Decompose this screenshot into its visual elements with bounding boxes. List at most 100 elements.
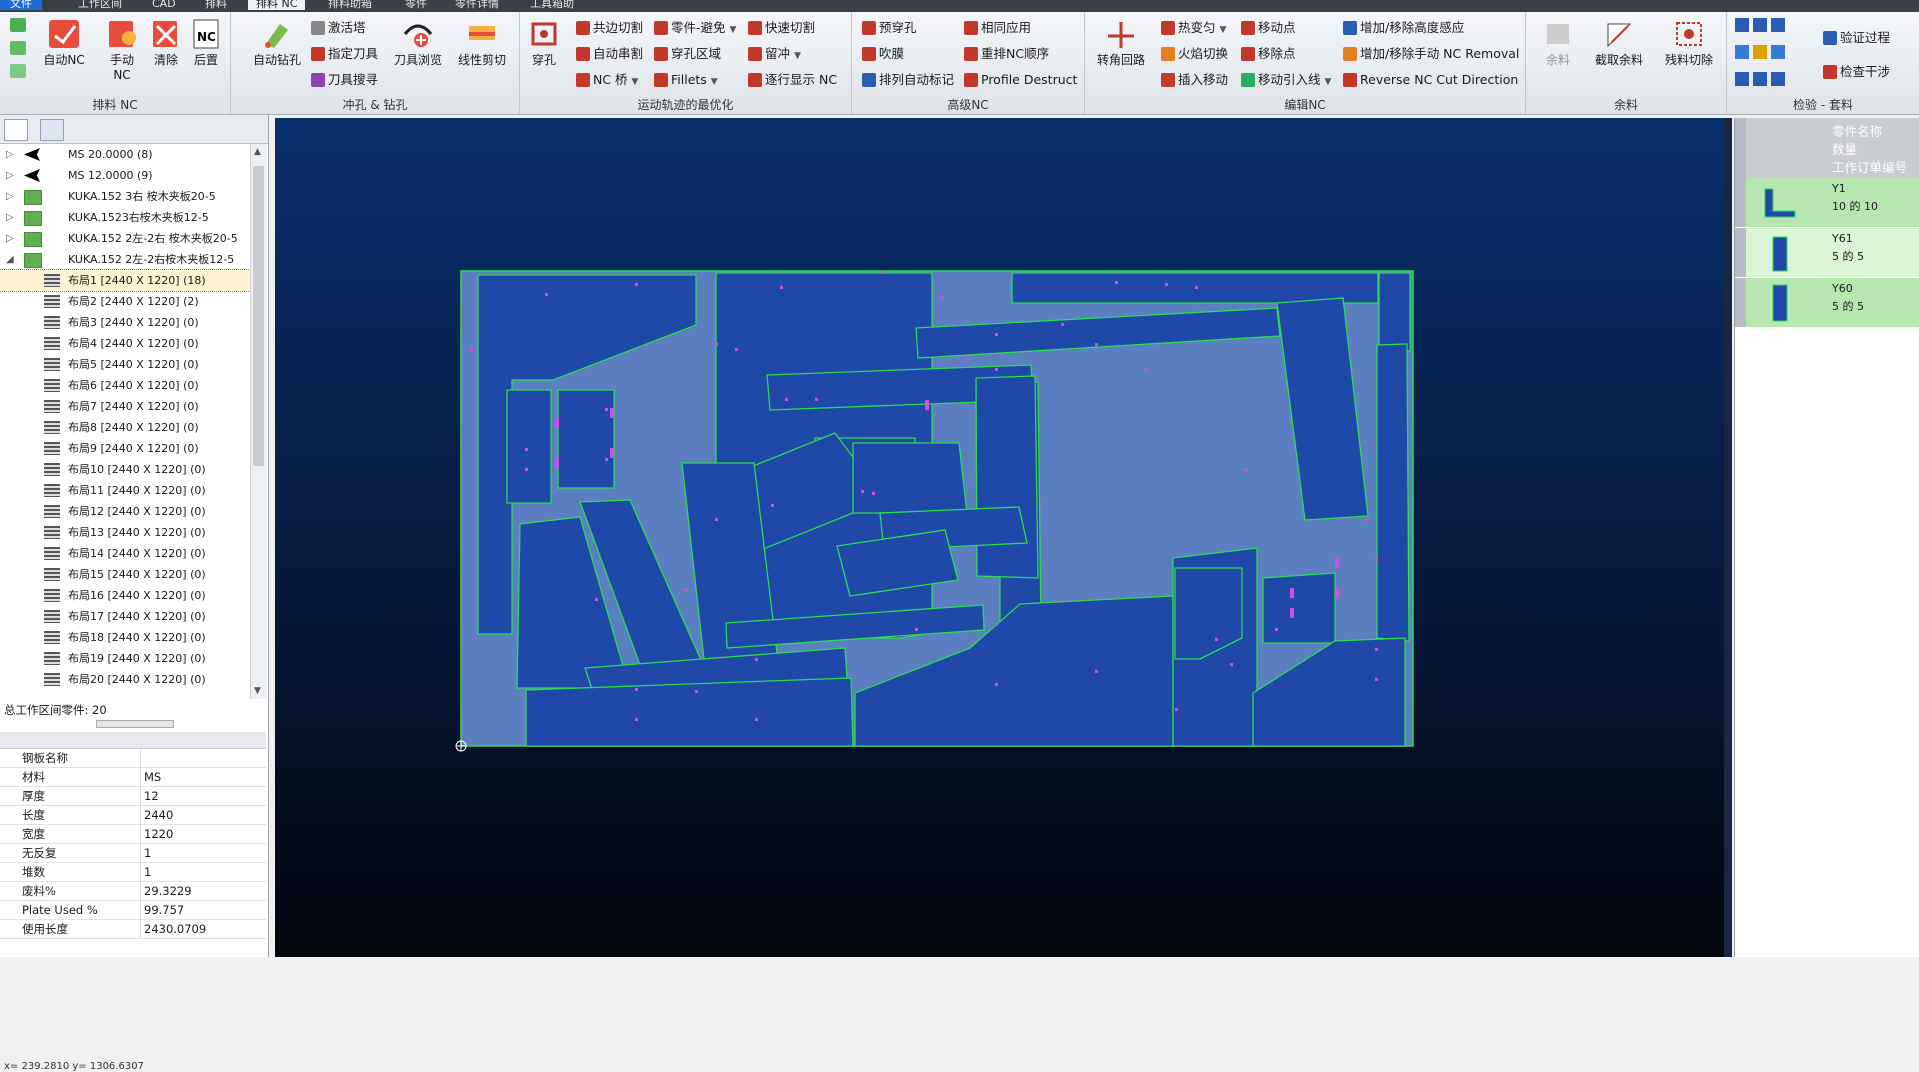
tab-parts[interactable]: 零件 [405, 0, 427, 10]
expand-arrow-icon[interactable]: ▷ [6, 207, 14, 228]
expand-arrow-icon[interactable]: ▷ [6, 186, 14, 207]
nested-part[interactable] [1262, 572, 1336, 644]
layout-icon[interactable] [10, 41, 26, 55]
layout-item[interactable]: 布局1 [2440 X 1220] (18) [0, 269, 250, 292]
micro-joint-button[interactable]: 留冲 ▼ [748, 44, 801, 64]
tab-nest[interactable]: 排料 [205, 0, 227, 10]
part-row[interactable]: Y1 10 的 10 [1735, 178, 1919, 228]
panel-handle[interactable] [1735, 118, 1746, 178]
common-cut-button[interactable]: 共边切割 [576, 18, 643, 38]
property-row[interactable]: Plate Used % 99.757 [0, 901, 266, 920]
check-interference-button[interactable]: 检查干涉 [1823, 62, 1890, 82]
layout-item[interactable]: 布局6 [2440 X 1220] (0) [0, 375, 250, 396]
col-work-order[interactable]: 工作订单编号 [1832, 157, 1907, 176]
auto-mark-button[interactable]: 排列自动标记 [862, 70, 954, 90]
property-row[interactable]: 钢板名称 [0, 749, 266, 768]
tool-search-button[interactable]: 刀具搜寻 [311, 70, 378, 90]
tree-node[interactable]: ▷ MS 20.0000 (8) [0, 144, 250, 165]
tab-nest-helper[interactable]: 排料助箱 [328, 0, 372, 10]
property-row[interactable]: 材料 MS [0, 768, 266, 787]
layout-item[interactable]: 布局11 [2440 X 1220] (0) [0, 480, 250, 501]
tab-workspace[interactable]: 工作区间 [78, 0, 122, 10]
verify-process-button[interactable]: 验证过程 [1823, 28, 1890, 48]
tree-node[interactable]: ◢ KUKA.152 2左-2右桉木夹板12-5 [0, 249, 250, 270]
canvas-scrollbar[interactable] [1724, 118, 1732, 957]
align-icon[interactable] [1771, 18, 1785, 32]
remnant-button[interactable]: 余料 [1534, 18, 1582, 68]
assign-tool-button[interactable]: 指定刀具 [311, 44, 378, 64]
nested-part[interactable] [1376, 343, 1410, 642]
corner-loop-button[interactable]: 转角回路 [1091, 18, 1151, 68]
expand-arrow-icon[interactable]: ▷ [6, 228, 14, 249]
measure-icon[interactable] [1753, 45, 1767, 59]
nested-part[interactable] [975, 375, 1039, 579]
nested-part[interactable] [557, 389, 615, 489]
layout-item[interactable]: 布局10 [2440 X 1220] (0) [0, 459, 250, 480]
auto-nc-button[interactable]: 自动NC [38, 18, 90, 68]
property-row[interactable]: 厚度 12 [0, 787, 266, 806]
hot-change-button[interactable]: 热变匀 ▼ [1161, 18, 1226, 38]
property-row[interactable]: 无反复 1 [0, 844, 266, 863]
tree-node[interactable]: ▷ MS 12.0000 (9) [0, 165, 250, 186]
part-row[interactable]: Y61 5 的 5 [1735, 228, 1919, 278]
reverse-cut-button[interactable]: Reverse NC Cut Direction [1343, 70, 1518, 90]
blow-button[interactable]: 吹膜 [862, 44, 904, 64]
layout-item[interactable]: 布局7 [2440 X 1220] (0) [0, 396, 250, 417]
pre-pierce-button[interactable]: 预穿孔 [862, 18, 917, 38]
tab-cad[interactable]: CAD [152, 0, 176, 10]
tab-toolbox[interactable]: 工具箱助 [530, 0, 574, 10]
scroll-down-icon[interactable]: ▼ [254, 686, 261, 696]
nest-canvas[interactable] [275, 118, 1730, 957]
layout-item[interactable]: 布局2 [2440 X 1220] (2) [0, 291, 250, 312]
remove-point-button[interactable]: 移除点 [1241, 44, 1296, 64]
align-icon[interactable] [1735, 18, 1749, 32]
nested-part[interactable] [525, 677, 854, 747]
activate-turret-button[interactable]: 激活塔 [311, 18, 366, 38]
nested-part[interactable] [1378, 272, 1411, 352]
expand-arrow-icon[interactable]: ▷ [6, 165, 14, 186]
property-row[interactable]: 废料% 29.3229 [0, 882, 266, 901]
tree-scrollbar[interactable]: ▲ ▼ [250, 144, 267, 699]
part-row[interactable]: Y60 5 的 5 [1735, 278, 1919, 328]
measure-icon[interactable] [1735, 45, 1749, 59]
layout-item[interactable]: 布局13 [2440 X 1220] (0) [0, 522, 250, 543]
move-point-button[interactable]: 移动点 [1241, 18, 1296, 38]
measure-icon[interactable] [1771, 45, 1785, 59]
layout-item[interactable]: 布局12 [2440 X 1220] (0) [0, 501, 250, 522]
grid-icon[interactable] [1735, 72, 1749, 86]
move-lead-button[interactable]: 移动引入线 ▼ [1241, 70, 1331, 90]
scroll-thumb[interactable] [253, 166, 264, 466]
property-row[interactable]: 长度 2440 [0, 806, 266, 825]
show-path-button[interactable]: 逐行显示 NC [748, 70, 837, 90]
property-row[interactable]: 堆数 1 [0, 863, 266, 882]
layout-item[interactable]: 布局17 [2440 X 1220] (0) [0, 606, 250, 627]
layout-item[interactable]: 布局18 [2440 X 1220] (0) [0, 627, 250, 648]
layout-item[interactable]: 布局20 [2440 X 1220] (0) [0, 669, 250, 690]
sheet-icon[interactable] [10, 64, 26, 78]
auto-drill-button[interactable]: 自动钻孔 [247, 18, 307, 68]
grid-icon[interactable] [1771, 72, 1785, 86]
plate-drawing[interactable] [275, 118, 1730, 957]
layout-item[interactable]: 布局4 [2440 X 1220] (0) [0, 333, 250, 354]
same-apply-button[interactable]: 相同应用 [964, 18, 1031, 38]
auto-chain-button[interactable]: 自动串割 [576, 44, 643, 64]
reorder-button[interactable]: 重排NC顺序 [964, 44, 1049, 64]
layout-item[interactable]: 布局15 [2440 X 1220] (0) [0, 564, 250, 585]
layout-item[interactable]: 布局16 [2440 X 1220] (0) [0, 585, 250, 606]
nest-icon[interactable] [10, 18, 26, 32]
nc-bridge-button[interactable]: NC 桥 ▼ [576, 70, 638, 90]
row-handle[interactable] [1735, 228, 1746, 277]
tool-browse-button[interactable]: 刀具浏览 [389, 18, 447, 68]
layout-item[interactable]: 布局3 [2440 X 1220] (0) [0, 312, 250, 333]
fast-cut-button[interactable]: 快速切割 [748, 18, 815, 38]
pierce-button[interactable]: 穿孔 [524, 18, 564, 68]
cut-remnant-button[interactable]: 截取余料 [1586, 18, 1652, 68]
list-view-tab[interactable] [40, 119, 64, 141]
tree-node[interactable]: ▷ KUKA.152 3右 桉木夹板20-5 [0, 186, 250, 207]
nested-part[interactable] [506, 389, 552, 504]
property-row[interactable]: 使用长度 2430.0709 [0, 920, 266, 939]
layout-item[interactable]: 布局9 [2440 X 1220] (0) [0, 438, 250, 459]
col-quantity[interactable]: 数量 [1832, 139, 1857, 158]
remnant-cut-button[interactable]: 残料切除 [1656, 18, 1722, 68]
height-sense-button[interactable]: 增加/移除高度感应 [1343, 18, 1464, 38]
